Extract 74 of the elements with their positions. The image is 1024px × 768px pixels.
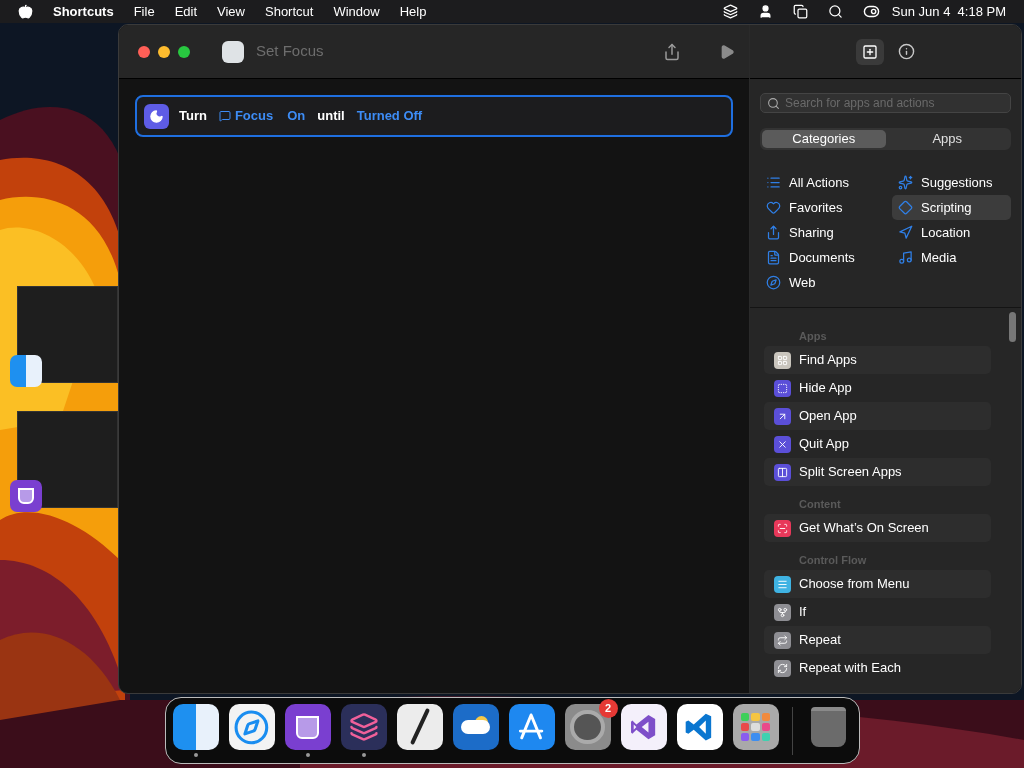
menu-item[interactable]: File (133, 1, 155, 22)
chevron-icon[interactable] (676, 704, 723, 750)
action-text: Turn (179, 107, 207, 126)
list-icon (766, 175, 781, 190)
menu-item[interactable]: Edit (174, 1, 198, 22)
category-item[interactable]: Sharing (760, 220, 892, 245)
gear-icon[interactable] (564, 704, 611, 750)
add-icon (862, 43, 878, 60)
compass-icon (766, 275, 781, 290)
tray-icon[interactable] (10, 480, 42, 512)
action-text: until (317, 107, 345, 126)
category-item[interactable]: Documents (760, 245, 892, 270)
clock[interactable]: Sun Jun 4 4:18 PM (891, 1, 1006, 22)
diamond-icon (898, 200, 913, 215)
scrollbar-thumb[interactable] (1009, 312, 1016, 342)
info-icon[interactable] (898, 43, 915, 60)
share-icon[interactable] (663, 42, 681, 61)
window-thumbnail[interactable] (17, 411, 118, 508)
parameter-token[interactable]: Focus (216, 106, 276, 126)
menu-item[interactable]: Help (399, 1, 427, 22)
notification-badge: 2 (598, 698, 618, 718)
a-shape-icon[interactable] (508, 704, 555, 750)
search-icon[interactable] (827, 4, 843, 19)
control-center-icon[interactable] (862, 3, 880, 20)
menu-item[interactable]: Window (333, 1, 380, 22)
action-row[interactable]: Repeat (764, 626, 991, 654)
stacked-layers-icon[interactable] (340, 704, 387, 750)
minimize-button[interactable] (158, 45, 170, 58)
user-icon[interactable] (757, 4, 773, 19)
category-item[interactable]: Media (892, 245, 1011, 270)
category-item[interactable]: Favorites (760, 195, 892, 220)
zoom-button[interactable] (178, 45, 190, 58)
action-row[interactable]: If (764, 598, 991, 626)
parameter-token[interactable]: Turned Off (354, 106, 425, 126)
apple-icon[interactable] (18, 4, 33, 19)
sparkles-icon (898, 175, 913, 190)
menu-item[interactable]: View (217, 1, 245, 22)
category-item[interactable]: Suggestions (892, 170, 1011, 195)
add-action-button[interactable] (856, 38, 884, 65)
segment-tab[interactable]: Categories (762, 130, 886, 148)
action-row[interactable]: Quit App (764, 430, 991, 458)
document-icon (766, 250, 781, 265)
windows-icon[interactable] (792, 4, 808, 19)
cloud-icon[interactable] (452, 704, 499, 750)
category-item[interactable]: Scripting (892, 195, 1011, 220)
category-item[interactable]: Location (892, 220, 1011, 245)
share-icon (766, 225, 781, 240)
moon-icon (144, 103, 169, 129)
action-row[interactable]: Find Apps (764, 346, 991, 374)
category-item[interactable]: All Actions (760, 170, 892, 195)
grid-icon[interactable] (732, 704, 779, 750)
action-row[interactable]: Choose from Menu (764, 570, 991, 598)
category-item[interactable]: Web (760, 270, 892, 295)
action-row[interactable]: Split Screen Apps (764, 458, 991, 486)
action-row[interactable]: Get What’s On Screen (764, 514, 991, 542)
window-thumbnail[interactable] (17, 286, 118, 383)
search-icon (767, 96, 780, 110)
arrow-icon (898, 225, 913, 240)
close-button[interactable] (138, 45, 150, 58)
menu-item[interactable]: Shortcuts (53, 1, 114, 22)
tray-icon[interactable] (284, 704, 331, 750)
parameter-token[interactable]: On (285, 106, 308, 126)
action-row[interactable]: Repeat with Each (764, 654, 991, 682)
action-block[interactable]: Turn Focus On until Turned Off (135, 95, 733, 137)
action-row[interactable]: Open App (764, 402, 991, 430)
menu-item[interactable]: Shortcut (265, 1, 314, 22)
music-note-icon (898, 250, 913, 265)
segment-tab[interactable]: Apps (885, 130, 1009, 148)
play-icon[interactable] (719, 43, 735, 60)
layers-icon[interactable] (722, 4, 738, 19)
action-row[interactable]: Hide App (764, 374, 991, 402)
heart-icon (766, 200, 781, 215)
pen-sketch-icon[interactable] (396, 704, 443, 750)
compass-icon[interactable] (228, 704, 275, 750)
